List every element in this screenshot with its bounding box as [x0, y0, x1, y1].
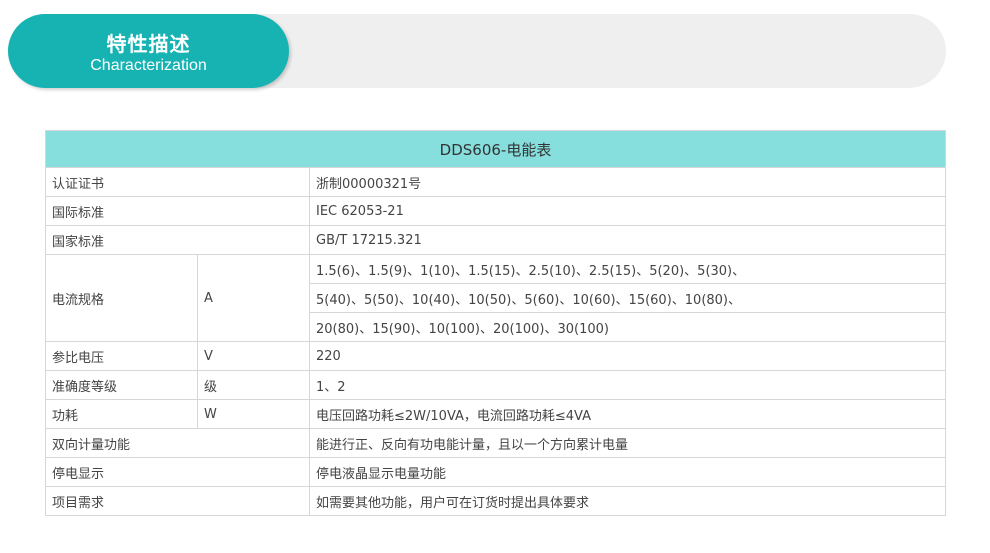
table-row: 国家标准 GB/T 17215.321	[45, 225, 947, 255]
row-value-current-line-3: 20(80)、15(90)、10(100)、20(100)、30(100)	[308, 312, 947, 342]
row-label-voltage: 参比电压	[45, 341, 198, 371]
table-row: 国际标准 IEC 62053-21	[45, 196, 947, 226]
table-row: 认证证书 浙制00000321号	[45, 167, 947, 197]
row-value-voltage: 220	[308, 341, 947, 371]
row-value-bidir: 能进行正、反向有功电能计量，且以一个方向累计电量	[308, 428, 947, 458]
row-label-outage: 停电显示	[45, 457, 310, 487]
row-label-natl-std: 国家标准	[45, 225, 310, 255]
row-label-power: 功耗	[45, 399, 198, 429]
section-title-en: Characterization	[90, 57, 207, 74]
row-unit-accuracy: 级	[197, 370, 310, 400]
row-value-outage: 停电液晶显示电量功能	[308, 457, 947, 487]
row-value-accuracy: 1、2	[308, 370, 947, 400]
table-header-row: DDS606-电能表	[44, 130, 947, 168]
row-value-current-line-1: 1.5(6)、1.5(9)、1(10)、1.5(15)、2.5(10)、2.5(…	[308, 254, 947, 284]
row-value-intl-std: IEC 62053-21	[308, 196, 947, 226]
row-label-bidir: 双向计量功能	[45, 428, 310, 458]
table-row: 功耗 W 电压回路功耗≤2W/10VA，电流回路功耗≤4VA	[45, 399, 947, 429]
row-value-power: 电压回路功耗≤2W/10VA，电流回路功耗≤4VA	[308, 399, 947, 429]
table-row: 双向计量功能 能进行正、反向有功电能计量，且以一个方向累计电量	[45, 428, 947, 458]
table-row: 项目需求 如需要其他功能，用户可在订货时提出具体要求	[45, 486, 947, 516]
section-title-cn: 特性描述	[106, 32, 191, 56]
row-value-natl-std: GB/T 17215.321	[308, 225, 947, 255]
row-unit-voltage: V	[197, 341, 310, 371]
row-value-current-line-2: 5(40)、5(50)、10(40)、10(50)、5(60)、10(60)、1…	[308, 283, 947, 313]
table-row: 参比电压 V 220	[45, 341, 947, 371]
row-value-cert: 浙制00000321号	[308, 167, 947, 197]
row-label-accuracy: 准确度等级	[45, 370, 198, 400]
table-row: 停电显示 停电液晶显示电量功能	[45, 457, 947, 487]
section-banner: 特性描述 Characterization	[8, 14, 289, 88]
row-value-custom: 如需要其他功能，用户可在订货时提出具体要求	[308, 486, 947, 516]
row-unit-current: A	[197, 254, 310, 342]
table-row: 准确度等级 级 1、2	[45, 370, 947, 400]
table-title: DDS606-电能表	[44, 130, 947, 168]
row-label-cert: 认证证书	[45, 167, 310, 197]
table-row: 电流规格 A 1.5(6)、1.5(9)、1(10)、1.5(15)、2.5(1…	[45, 254, 947, 342]
row-label-custom: 项目需求	[45, 486, 310, 516]
row-label-intl-std: 国际标准	[45, 196, 310, 226]
row-label-current: 电流规格	[45, 254, 198, 342]
spec-table: DDS606-电能表 认证证书 浙制00000321号 国际标准 IEC 620…	[44, 130, 947, 516]
row-unit-power: W	[197, 399, 310, 429]
